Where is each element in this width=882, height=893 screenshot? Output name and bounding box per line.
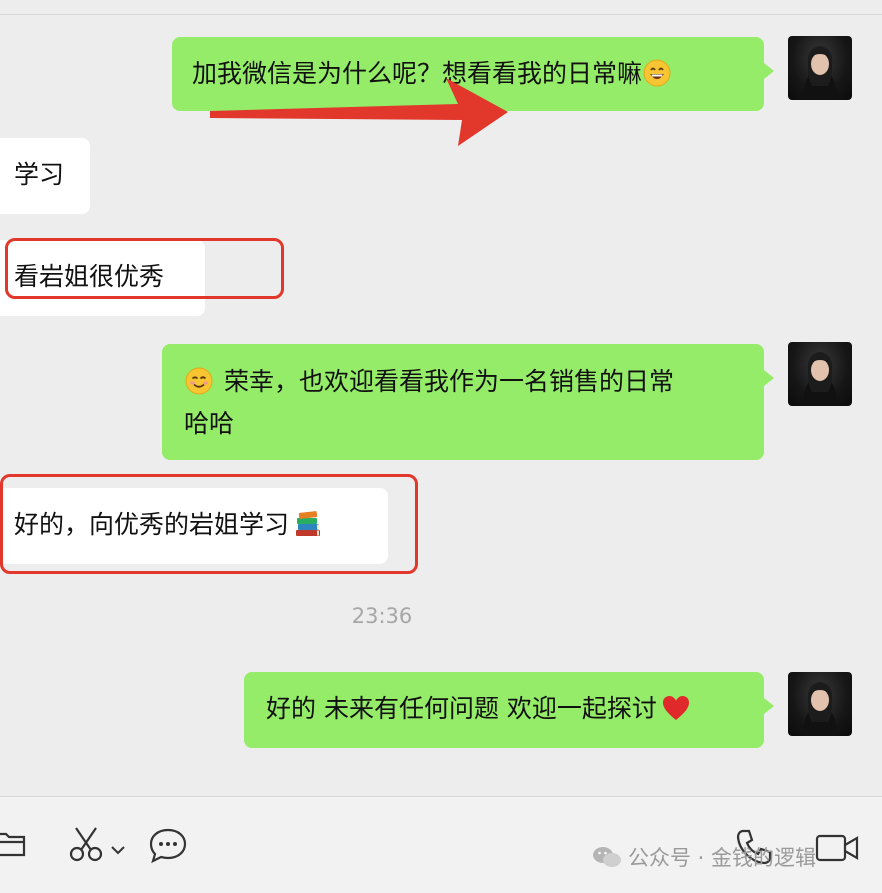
message-bubble-received[interactable]: 好的，向优秀的岩姐学习: [0, 488, 388, 564]
books-icon: [293, 509, 323, 539]
chevron-down-icon[interactable]: [110, 841, 126, 860]
message-text: 好的，向优秀的岩姐学习: [14, 510, 290, 539]
message-text: 学习: [14, 160, 65, 189]
scissors-icon[interactable]: [68, 825, 106, 867]
watermark: 公众号 · 金钱的逻辑: [592, 842, 816, 872]
avatar[interactable]: [788, 36, 852, 100]
message-bubble-sent[interactable]: 荣幸，也欢迎看看我作为一名销售的日常 哈哈: [162, 344, 774, 460]
watermark-text: 公众号 · 金钱的逻辑: [628, 846, 817, 870]
folder-icon[interactable]: [0, 825, 30, 865]
message-text-line2: 哈哈: [184, 409, 235, 438]
video-icon[interactable]: [814, 831, 860, 869]
chat-bubble-icon[interactable]: [148, 827, 188, 869]
avatar[interactable]: [788, 672, 852, 736]
grinning-face-icon: [642, 58, 672, 88]
message-text: 荣幸，也欢迎看看我作为一名销售的日常: [224, 367, 675, 396]
top-divider: [0, 14, 882, 15]
wechat-icon: [592, 845, 622, 869]
smiling-face-icon: [184, 366, 214, 396]
message-text: 看岩姐很优秀: [14, 262, 165, 291]
message-text: 好的 未来有任何问题 欢迎一起探讨: [266, 694, 657, 723]
red-heart-icon: [661, 693, 691, 723]
message-bubble-sent[interactable]: 加我微信是为什么呢？想看看我的日常嘛: [172, 37, 774, 111]
message-text: 加我微信是为什么呢？想看看我的日常嘛: [192, 59, 643, 88]
message-timestamp: 23:36: [351, 604, 413, 628]
message-bubble-received[interactable]: 学习: [0, 138, 90, 214]
message-bubble-received[interactable]: 看岩姐很优秀: [0, 240, 205, 316]
message-bubble-sent[interactable]: 好的 未来有任何问题 欢迎一起探讨: [244, 672, 774, 748]
avatar[interactable]: [788, 342, 852, 406]
